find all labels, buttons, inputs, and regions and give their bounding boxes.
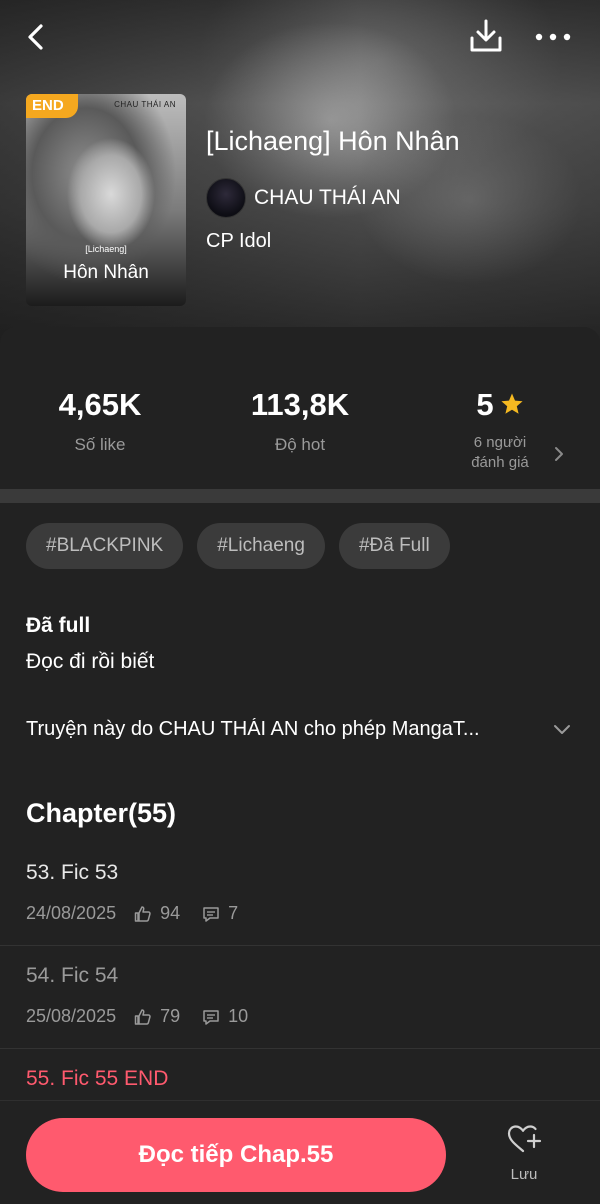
chapter-date: 24/08/2025 bbox=[26, 903, 117, 923]
license-text[interactable]: Truyện này do CHAU THÁI AN cho phép Mang… bbox=[26, 718, 546, 741]
chevron-down-icon[interactable] bbox=[552, 722, 572, 738]
hot-stat: 113,8K Độ hot bbox=[200, 387, 400, 455]
hot-label: Độ hot bbox=[274, 435, 326, 454]
likes-label: Số like bbox=[74, 435, 126, 454]
rating-label-line2: đánh giá bbox=[471, 454, 529, 471]
continue-reading-button[interactable]: Đọc tiếp Chap.55 bbox=[26, 1118, 446, 1192]
section-divider bbox=[0, 489, 600, 503]
chevron-right-icon[interactable] bbox=[552, 445, 566, 463]
star-icon bbox=[501, 393, 523, 414]
chapter-meta: 24/08/2025 94 7 bbox=[26, 903, 238, 924]
chapter-date: 25/08/2025 bbox=[26, 1006, 117, 1026]
chapter-likes: 79 bbox=[160, 1006, 181, 1026]
chapter-comments: 7 bbox=[228, 903, 239, 923]
cover-tag-text: [Lichaeng] bbox=[85, 244, 127, 254]
hot-value: 113,8K bbox=[250, 387, 350, 422]
chapter-comments: 10 bbox=[228, 1006, 249, 1026]
rating-label-line1: 6 người bbox=[473, 434, 527, 451]
stats-row: 4,65K Số like 113,8K Độ hot 5 6 người đá… bbox=[0, 345, 600, 490]
tag-da-full[interactable]: #Đã Full bbox=[338, 523, 450, 569]
back-button[interactable] bbox=[20, 20, 54, 54]
more-dots-icon bbox=[535, 33, 571, 41]
save-button[interactable]: Lưu bbox=[494, 1123, 554, 1183]
rating-value-row: 5 bbox=[400, 387, 600, 423]
tag-lichaeng[interactable]: #Lichaeng bbox=[197, 523, 325, 569]
thumb-up-icon bbox=[134, 905, 152, 923]
genre-label[interactable]: CP Idol bbox=[206, 230, 271, 253]
chapter-heading: Chapter(55) bbox=[26, 798, 177, 828]
comment-icon bbox=[202, 905, 220, 923]
likes-value: 4,65K bbox=[58, 387, 142, 422]
author-row[interactable]: CHAU THÁI AN bbox=[206, 177, 401, 219]
comment-icon bbox=[202, 1008, 220, 1026]
cover-title-text: Hôn Nhân bbox=[63, 262, 149, 283]
bottom-bar: Đọc tiếp Chap.55 Lưu bbox=[0, 1100, 600, 1204]
rating-label: 6 người đánh giá bbox=[400, 433, 600, 473]
download-button[interactable] bbox=[468, 18, 504, 54]
download-icon bbox=[470, 19, 502, 52]
cover-author-text: CHAU THÁI AN bbox=[114, 100, 176, 109]
story-title: [Lichaeng] Hôn Nhân bbox=[206, 126, 460, 156]
chapter-title: 55. Fic 55 END bbox=[26, 1067, 169, 1090]
rating-stat[interactable]: 5 6 người đánh giá bbox=[400, 387, 600, 473]
rating-value: 5 bbox=[476, 387, 494, 422]
chapter-row[interactable]: 54. Fic 54 25/08/2025 79 10 bbox=[0, 946, 600, 1049]
chapter-title: 53. Fic 53 bbox=[26, 861, 119, 884]
back-arrow-icon bbox=[28, 24, 43, 50]
tag-list: #BLACKPINK #Lichaeng #Đã Full bbox=[26, 523, 450, 569]
chapter-row[interactable]: 53. Fic 53 24/08/2025 94 7 bbox=[0, 843, 600, 946]
chapter-likes: 94 bbox=[160, 903, 181, 923]
heart-plus-icon bbox=[507, 1125, 542, 1153]
status-heading: Đã full bbox=[26, 614, 91, 637]
more-options-button[interactable] bbox=[534, 22, 572, 52]
chapter-meta: 25/08/2025 79 10 bbox=[26, 1006, 248, 1027]
status-text: Đọc đi rồi biết bbox=[26, 650, 155, 673]
tag-blackpink[interactable]: #BLACKPINK bbox=[26, 523, 184, 569]
author-avatar[interactable] bbox=[206, 178, 246, 218]
likes-stat: 4,65K Số like bbox=[0, 387, 200, 455]
cover-image: END CHAU THÁI AN [Lichaeng] Hôn Nhân bbox=[26, 94, 186, 306]
top-bar bbox=[0, 0, 600, 76]
chapter-title: 54. Fic 54 bbox=[26, 964, 119, 987]
author-name[interactable]: CHAU THÁI AN bbox=[254, 186, 401, 210]
thumb-up-icon bbox=[134, 1008, 152, 1026]
end-badge: END bbox=[26, 94, 78, 118]
save-label: Lưu bbox=[510, 1166, 538, 1183]
